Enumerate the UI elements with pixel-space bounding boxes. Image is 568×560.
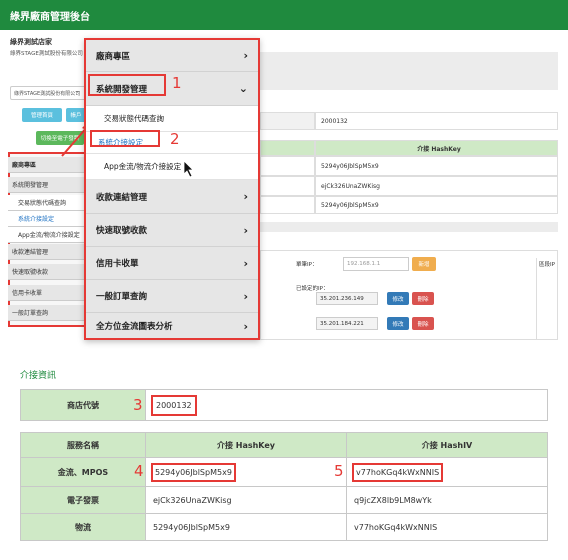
menu-item-vendor[interactable]: 廠商專區 › <box>86 40 258 72</box>
small-sidebar-item[interactable]: 一般訂單查詢 <box>8 305 86 321</box>
small-sidebar-item[interactable]: 交易狀態代碼查詢 <box>8 195 86 211</box>
bg-key: 5294y06JblSpM5x9 <box>315 196 558 214</box>
small-sidebar-item[interactable]: 信用卡收單 <box>8 285 86 301</box>
ip-value: 35.201.184.221 <box>316 317 378 330</box>
service-name: 物流 <box>20 513 146 541</box>
chevron-down-icon: ⌄ <box>238 82 248 95</box>
menu-item-payment-link[interactable]: 收款連結管理 › <box>86 180 258 214</box>
mouse-cursor-icon <box>183 160 194 178</box>
chevron-right-icon: › <box>243 319 248 333</box>
menu-item-label: 信用卡收單 <box>96 259 139 269</box>
small-sidebar-item[interactable]: 快速取號收款 <box>8 264 86 280</box>
app-title-bar: 綠界廠商管理後台 <box>0 0 568 30</box>
chevron-right-icon: › <box>243 256 248 270</box>
menu-item-credit-card[interactable]: 信用卡收單 › <box>86 247 258 280</box>
bg-key: ejCk326UnaZWKisg <box>315 176 558 196</box>
hash-header-iv: 介接 HashIV <box>346 432 548 458</box>
ip-input[interactable]: 192.168.1.1 <box>343 257 409 271</box>
chevron-right-icon: › <box>243 49 248 62</box>
store-select[interactable]: 綠界STAGE測試股份有限公司 <box>10 86 86 100</box>
submenu-trade-status[interactable]: 交易狀態代碼查詢 <box>86 106 258 132</box>
menu-item-quick-collect[interactable]: 快速取號收款 › <box>86 214 258 247</box>
hashkey-cell: 5294y06JblSpM5x9 <box>145 457 347 487</box>
hashiv-value: v77hoKGq4kWxNNIS <box>346 513 548 541</box>
menu-item-label: 全方位金流圖表分析 <box>96 322 173 332</box>
service-name: 金流、MPOS <box>20 457 146 487</box>
home-button[interactable]: 管理首頁 <box>22 108 62 122</box>
ip-set-label: 已設定的IP： <box>296 286 329 292</box>
hashiv-cell: v77hoKGq4kWxNNIS <box>346 457 548 487</box>
ip-value: 35.201.236.149 <box>316 292 378 305</box>
hashiv-value: v77hoKGq4kWxNNIS <box>352 462 444 482</box>
annotation-number: 1 <box>172 74 182 92</box>
ip-delete-button[interactable]: 刪除 <box>412 317 434 330</box>
app-title: 綠界廠商管理後台 <box>10 12 90 23</box>
hash-header-service: 服務名稱 <box>20 432 146 458</box>
small-sidebar-item[interactable]: 系統介接設定 <box>8 211 86 227</box>
bg-cell <box>260 196 315 214</box>
store-company: 綠界STAGE測試股份有限公司 <box>10 51 83 57</box>
bg-header-panel <box>260 52 558 90</box>
bg-store-id: 2000132 <box>315 112 558 130</box>
annotation-number: 5 <box>334 462 344 480</box>
bg-divider <box>260 222 558 232</box>
bg-cell <box>260 156 315 176</box>
annotation-number: 3 <box>133 396 143 414</box>
small-sidebar-item[interactable]: 系統開發管理 <box>8 177 86 193</box>
ip-label: 單筆IP： <box>296 262 318 268</box>
hash-header-key: 介接 HashKey <box>145 432 347 458</box>
chevron-right-icon: › <box>243 289 248 303</box>
bg-cell <box>260 176 315 196</box>
hashkey-value: ejCk326UnaZWKisg <box>145 486 347 514</box>
store-id-label: 商店代號 <box>20 389 146 421</box>
ip-delete-button[interactable]: 刪除 <box>412 292 434 305</box>
menu-item-order-query[interactable]: 一般訂單查詢 › <box>86 280 258 313</box>
chevron-right-icon: › <box>243 190 248 203</box>
hashkey-value: 5294y06JblSpM5x9 <box>151 462 236 482</box>
submenu-app-settings[interactable]: App金流/物流介接設定 <box>86 154 258 180</box>
range-ip-label: 區段IP <box>536 258 568 340</box>
menu-item-label: 收款連結管理 <box>96 192 148 203</box>
service-name: 電子發票 <box>20 486 146 514</box>
annotation-number: 4 <box>134 462 144 480</box>
small-sidebar-item[interactable]: 收款連結管理 <box>8 244 86 260</box>
section-title: 介接資訊 <box>20 371 57 381</box>
menu-item-label: 快速取號收款 <box>96 226 148 236</box>
highlight-box <box>88 74 166 96</box>
hashiv-value: q9jcZX8lb9LM8wYk <box>346 486 548 514</box>
bg-cell <box>260 140 315 156</box>
menu-item-label: 廠商專區 <box>96 51 131 62</box>
menu-item-label: 一般訂單查詢 <box>96 292 148 302</box>
bg-hashkey-header: 介接 HashKey <box>315 140 558 156</box>
annotation-number: 2 <box>170 130 180 148</box>
highlight-box <box>90 130 160 147</box>
chevron-right-icon: › <box>243 223 248 237</box>
bg-cell <box>260 112 315 130</box>
ip-edit-button[interactable]: 修改 <box>387 292 409 305</box>
ip-add-button[interactable]: 新增 <box>412 257 436 271</box>
store-name: 綠界測試店家 <box>10 38 52 46</box>
store-id-cell: 2000132 <box>145 389 548 421</box>
bg-key: 5294y06JblSpM5x9 <box>315 156 558 176</box>
menu-item-analytics[interactable]: 全方位金流圖表分析 › <box>86 313 258 338</box>
store-id-value: 2000132 <box>151 394 197 416</box>
small-sidebar-item[interactable]: App金流/物流介接設定 <box>8 227 86 243</box>
ip-edit-button[interactable]: 修改 <box>387 317 409 330</box>
hashkey-value: 5294y06JblSpM5x9 <box>145 513 347 541</box>
